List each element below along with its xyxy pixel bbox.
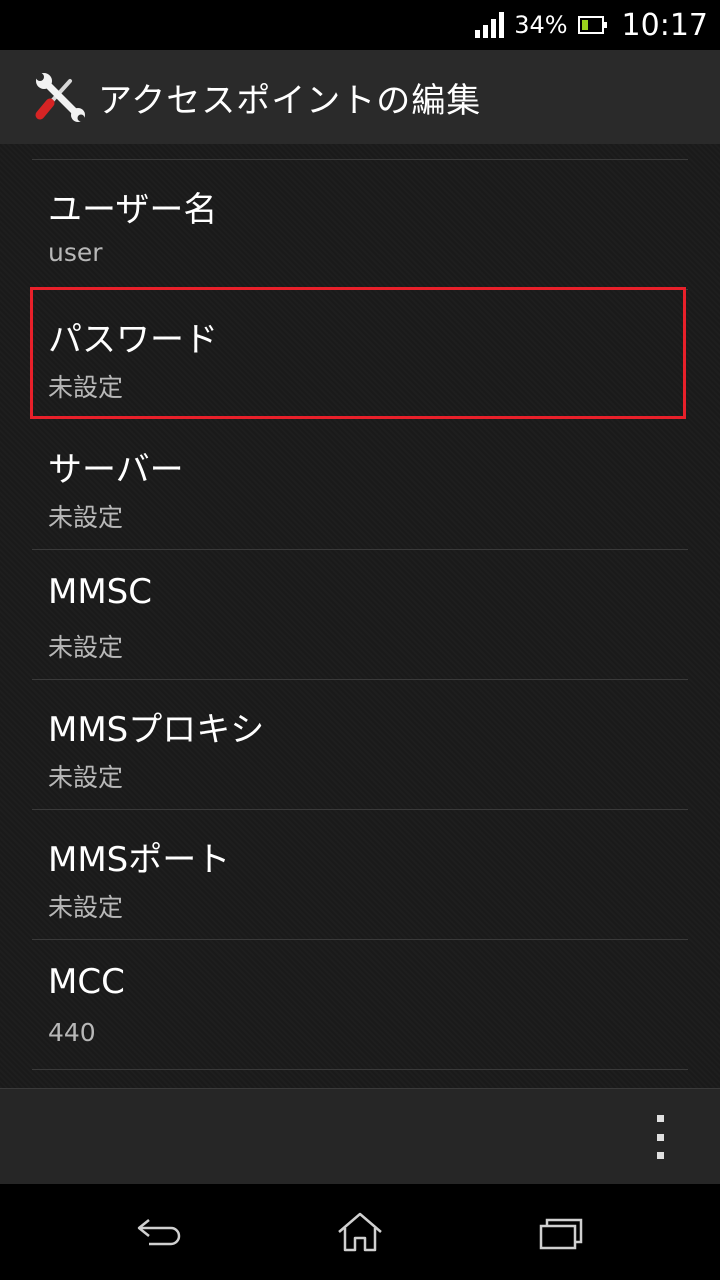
pref-summary: 未設定 [48, 893, 124, 922]
pref-title: MMSプロキシ [48, 710, 265, 750]
pref-mcc[interactable]: MCC 440 [32, 940, 688, 1070]
clock: 10:17 [621, 7, 708, 43]
page-title: アクセスポイントの編集 [98, 80, 482, 121]
navigation-bar [0, 1184, 720, 1280]
status-bar: 34% 10:17 [0, 0, 720, 50]
signal-icon [475, 12, 505, 38]
recent-apps-icon[interactable] [530, 1206, 590, 1258]
pref-title: MMSC [48, 572, 152, 612]
bottom-menu-bar [0, 1088, 720, 1184]
pref-summary: user [48, 238, 103, 267]
back-icon[interactable] [130, 1206, 190, 1258]
pref-mmsc[interactable]: MMSC 未設定 [32, 550, 688, 680]
home-icon[interactable] [330, 1206, 390, 1258]
pref-summary: 未設定 [48, 633, 124, 662]
highlight-box [30, 287, 686, 419]
pref-title: MMSポート [48, 840, 231, 880]
status-icons: 34% 10:17 [475, 0, 708, 50]
pref-mms-port[interactable]: MMSポート 未設定 [32, 810, 688, 940]
overflow-menu-icon[interactable] [640, 1115, 680, 1159]
pref-username[interactable]: ユーザー名 user [32, 160, 688, 290]
pref-summary: 440 [48, 1018, 96, 1047]
battery-icon [577, 16, 607, 34]
battery-percent: 34% [514, 11, 568, 39]
pref-title: サーバー [48, 450, 184, 490]
action-bar: アクセスポイントの編集 [0, 50, 720, 145]
preference-list[interactable]: ユーザー名 user パスワード 未設定 サーバー 未設定 MMSC 未設定 M… [0, 144, 720, 1088]
pref-mms-proxy[interactable]: MMSプロキシ 未設定 [32, 680, 688, 810]
pref-title: MCC [48, 962, 125, 1002]
pref-server[interactable]: サーバー 未設定 [32, 420, 688, 550]
tools-icon[interactable] [30, 67, 90, 127]
pref-title: ユーザー名 [48, 190, 218, 230]
pref-summary: 未設定 [48, 763, 124, 792]
pref-summary: 未設定 [48, 503, 124, 532]
screen: 34% 10:17 アクセスポイントの編集 ユーザー名 user パスワード 未… [0, 0, 720, 1280]
